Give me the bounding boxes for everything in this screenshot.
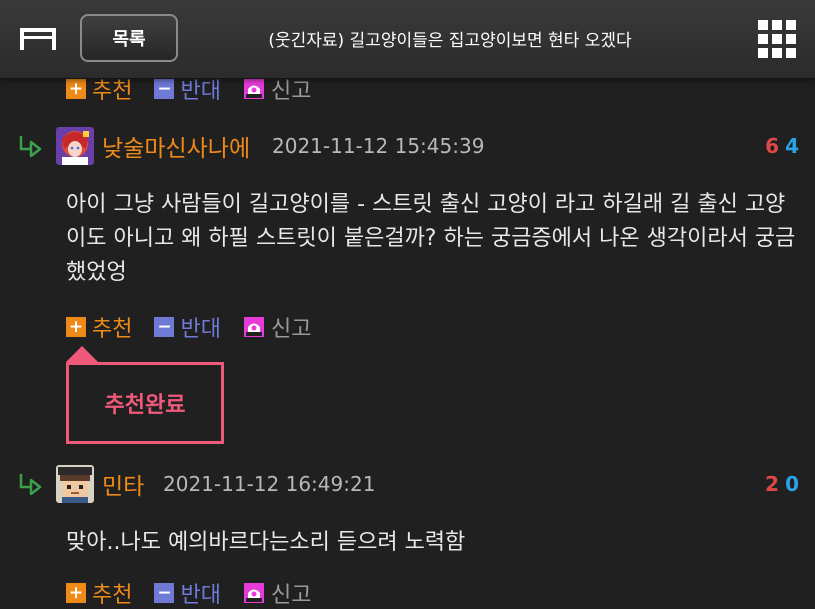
siren-icon bbox=[243, 79, 264, 99]
popup-pointer bbox=[66, 346, 98, 362]
menu-icon[interactable] bbox=[18, 26, 58, 50]
minus-icon: − bbox=[154, 317, 175, 337]
recommend-complete-popup: 추천완료 bbox=[66, 362, 224, 444]
comment-body: 맞아..나도 예의바르다는소리 듣으려 노력함 bbox=[66, 530, 466, 555]
oppose-label: 반대 bbox=[180, 583, 221, 608]
comment-nickname[interactable]: 민타 bbox=[102, 467, 144, 501]
comment-nickname[interactable]: 낮술마신사나에 bbox=[102, 129, 250, 163]
minus-icon: − bbox=[154, 79, 175, 99]
downvote-count: 4 bbox=[785, 134, 799, 158]
upvote-count: 6 bbox=[765, 134, 780, 158]
comment-date: 2021-11-12 16:49:21 bbox=[163, 472, 376, 496]
comment-vote-counts: 20 bbox=[765, 472, 799, 496]
reply-arrow-icon bbox=[19, 474, 42, 495]
report-label: 신고 bbox=[270, 317, 312, 342]
avatar[interactable] bbox=[56, 465, 94, 503]
report-label: 신고 bbox=[270, 583, 312, 608]
plus-icon: + bbox=[66, 583, 86, 603]
oppose-label: 반대 bbox=[180, 317, 221, 342]
comment-date: 2021-11-12 15:45:39 bbox=[272, 134, 485, 158]
page-title: (웃긴자료) 길고양이들은 집고양이보면 현타 오겠다 bbox=[268, 31, 632, 51]
avatar[interactable] bbox=[56, 127, 94, 165]
comment-header: 민타 2021-11-12 16:49:21 20 bbox=[0, 462, 815, 506]
recommend-button[interactable]: + 추천 bbox=[66, 577, 132, 609]
recommend-label: 추천 bbox=[92, 583, 133, 608]
upvote-count: 2 bbox=[765, 472, 780, 496]
minus-icon: − bbox=[154, 583, 175, 603]
comment-actions: + 추천 − 반대 신고 bbox=[66, 578, 333, 608]
siren-icon bbox=[243, 583, 264, 603]
plus-icon: + bbox=[66, 317, 86, 337]
comment-actions: + 추천 − 반대 신고 bbox=[66, 312, 333, 342]
comment-vote-counts: 64 bbox=[765, 134, 799, 158]
oppose-button[interactable]: − 반대 bbox=[154, 577, 221, 609]
report-button[interactable]: 신고 bbox=[243, 577, 311, 609]
comment-header: 낮술마신사나에 2021-11-12 15:45:39 64 bbox=[0, 124, 815, 168]
top-navigation-bar: 목록 (웃긴자료) 길고양이들은 집고양이보면 현타 오겠다 bbox=[0, 0, 815, 78]
recommend-button[interactable]: + 추천 bbox=[66, 311, 132, 343]
plus-icon: + bbox=[66, 79, 86, 99]
list-button[interactable]: 목록 bbox=[80, 14, 178, 62]
report-button[interactable]: 신고 bbox=[243, 311, 311, 343]
recommend-label: 추천 bbox=[92, 317, 133, 342]
siren-icon bbox=[243, 317, 264, 337]
grid-menu-icon[interactable] bbox=[758, 20, 796, 58]
downvote-count: 0 bbox=[785, 472, 799, 496]
reply-arrow-icon bbox=[19, 136, 42, 157]
comment-actions: + 추천 − 반대 신고 bbox=[66, 74, 333, 104]
comment-list: + 추천 − 반대 신고 낮술마신사나에 2021-11-12 15:45:39… bbox=[0, 0, 815, 608]
comment-body: 아이 그냥 사람들이 길고양이를 - 스트릿 출신 고양이 라고 하길래 길 출… bbox=[66, 192, 796, 285]
oppose-button[interactable]: − 반대 bbox=[154, 311, 221, 343]
